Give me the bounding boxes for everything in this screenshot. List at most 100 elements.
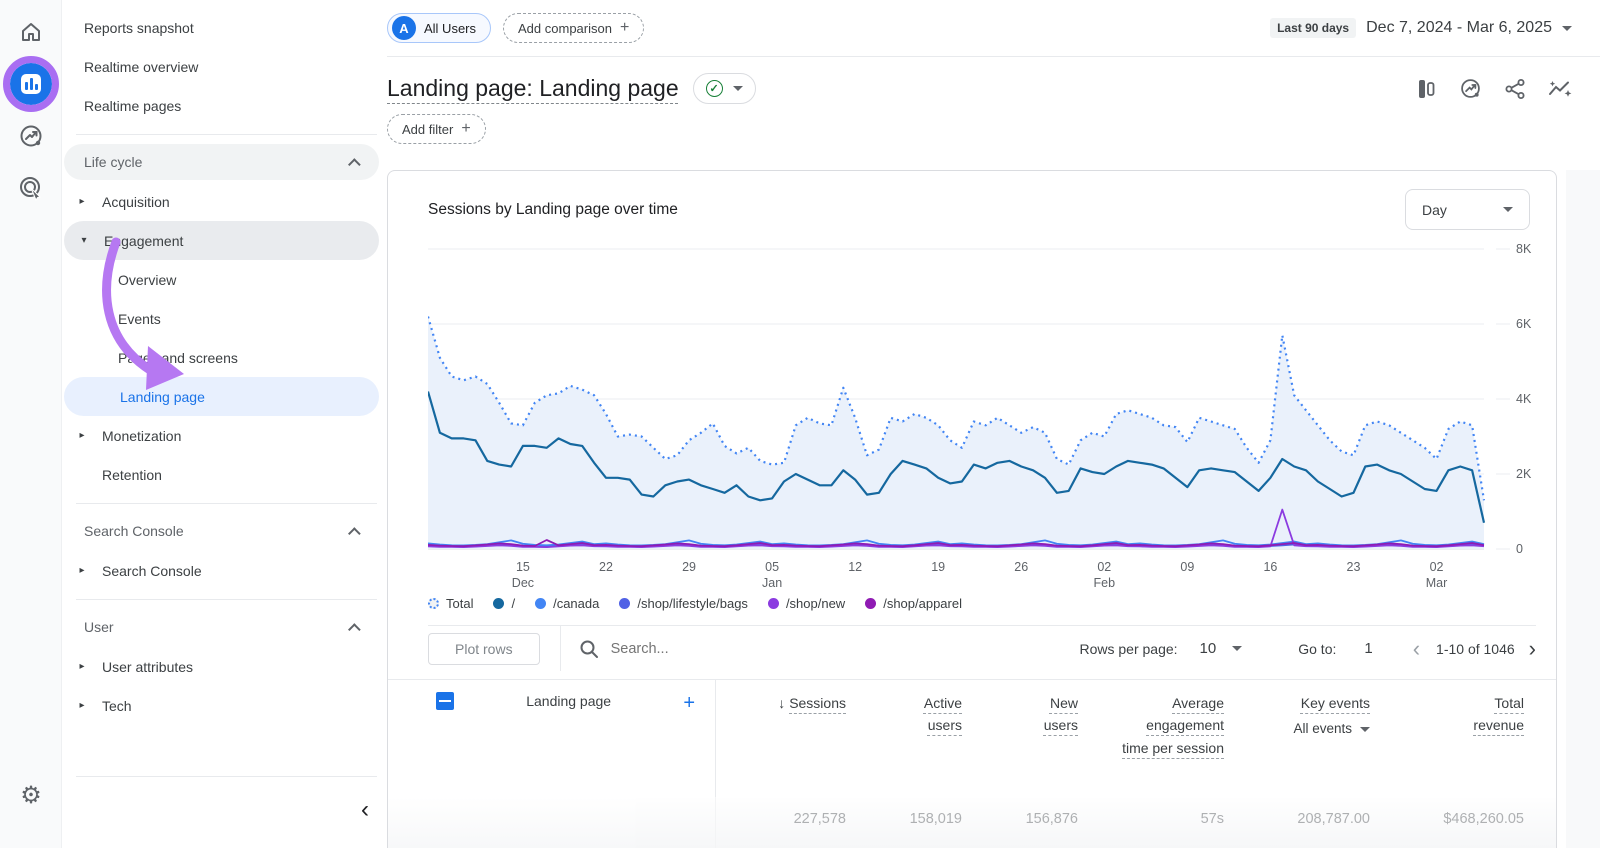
- page-title[interactable]: Landing page: Landing page: [387, 75, 679, 102]
- legend-label: /: [511, 596, 516, 611]
- sidebar-item-monetization[interactable]: ▸ Monetization: [62, 416, 387, 455]
- table-header-row: Landing page + ↓ Sessions Active users Ne…: [388, 679, 1556, 797]
- next-page-icon[interactable]: ›: [1529, 636, 1536, 662]
- sort-desc-icon: ↓: [778, 695, 786, 711]
- sidebar-item-acquisition[interactable]: ▸ Acquisition: [62, 182, 387, 221]
- collapse-sidebar-button[interactable]: ‹: [361, 798, 369, 822]
- sidebar-item-realtime-pages[interactable]: Realtime pages: [62, 86, 387, 125]
- explore-icon[interactable]: [0, 162, 62, 214]
- check-circle-icon: ✓: [705, 80, 723, 97]
- table-search-input[interactable]: [610, 640, 811, 657]
- report-toolbar: [1415, 77, 1572, 100]
- section-life-cycle[interactable]: Life cycle: [64, 144, 379, 180]
- chevron-up-icon: [348, 622, 361, 636]
- total-active-users: 158,019: [909, 811, 962, 827]
- sessions-chart[interactable]: 0 2K 4K 6K 8K 15 Dec 22 29 05 Jan 12 19 26 02 Feb 09 16 23…: [388, 244, 1556, 592]
- legend-label: /canada: [553, 596, 600, 611]
- report-status-menu[interactable]: ✓: [692, 73, 756, 104]
- add-comparison-button[interactable]: Add comparison +: [503, 13, 645, 43]
- date-range-text: Dec 7, 2024 - Mar 6, 2025: [1366, 19, 1552, 36]
- legend-swatch: [767, 598, 779, 609]
- segment-label: All Users: [424, 20, 477, 36]
- divider: [559, 626, 561, 671]
- svg-text:Mar: Mar: [1426, 576, 1448, 590]
- goto-label: Go to:: [1298, 640, 1337, 657]
- caret-down-icon[interactable]: [1232, 646, 1243, 651]
- chevron-right-icon: ▸: [79, 430, 85, 441]
- date-range-picker[interactable]: Last 90 days Dec 7, 2024 - Mar 6, 2025: [1270, 18, 1572, 38]
- dimension-header[interactable]: Landing page: [526, 692, 611, 797]
- svg-text:23: 23: [1347, 560, 1361, 574]
- edit-comparisons-icon[interactable]: [1415, 78, 1437, 100]
- home-icon[interactable]: [0, 6, 62, 58]
- previous-page-icon[interactable]: ‹: [1413, 636, 1420, 662]
- report-card: Sessions by Landing page over time Day 0…: [387, 170, 1557, 848]
- section-user[interactable]: User: [64, 609, 379, 645]
- sidebar-item-search-console[interactable]: ▸ Search Console: [62, 551, 387, 590]
- sidebar-item-landing-page[interactable]: Landing page: [64, 377, 379, 416]
- legend-item[interactable]: /shop/lifestyle/bags: [619, 596, 748, 611]
- svg-text:22: 22: [599, 560, 613, 574]
- sidebar-item-retention[interactable]: Retention: [62, 455, 387, 494]
- header-active-users[interactable]: Active users: [846, 692, 962, 797]
- svg-text:09: 09: [1180, 560, 1194, 574]
- legend-label: /shop/apparel: [883, 596, 962, 611]
- share-icon[interactable]: [1504, 78, 1526, 100]
- search-icon: [580, 640, 598, 658]
- scrollbar-gutter[interactable]: [1566, 170, 1600, 848]
- key-events-filter[interactable]: All events: [1224, 718, 1370, 740]
- chevron-right-icon: ▸: [79, 196, 85, 207]
- reports-icon[interactable]: [0, 56, 62, 112]
- legend-item[interactable]: /shop/apparel: [865, 596, 962, 611]
- add-filter-button[interactable]: Add filter +: [387, 114, 486, 144]
- header-key-events[interactable]: Key events All events: [1224, 692, 1370, 797]
- legend-item[interactable]: /canada: [535, 596, 599, 611]
- all-users-segment[interactable]: A All Users: [387, 13, 492, 43]
- sidebar-item-pages-and-screens[interactable]: Pages and screens: [62, 338, 387, 377]
- chart-title: Sessions by Landing page over time: [428, 200, 678, 218]
- plus-icon: +: [619, 19, 630, 36]
- totals-row: 227,578 158,019 156,876 57s 208,787.00 $…: [388, 797, 1556, 848]
- header-sessions[interactable]: ↓ Sessions: [716, 692, 846, 797]
- segments-bar: A All Users Add comparison + Last 90 days…: [387, 0, 1600, 57]
- sidebar-item-reports-snapshot[interactable]: Reports snapshot: [62, 8, 387, 47]
- chevron-right-icon: ▸: [79, 565, 85, 576]
- svg-text:19: 19: [931, 560, 945, 574]
- svg-text:4K: 4K: [1516, 392, 1532, 406]
- goto-page-value[interactable]: 1: [1364, 640, 1372, 657]
- svg-text:02: 02: [1430, 560, 1444, 574]
- rows-per-page-label: Rows per page:: [1079, 640, 1178, 657]
- advertising-icon[interactable]: [0, 110, 62, 162]
- plot-rows-button[interactable]: Plot rows: [428, 632, 540, 665]
- sidebar-item-events[interactable]: Events: [62, 299, 387, 338]
- chevron-right-icon: ▸: [79, 661, 85, 672]
- header-total-revenue[interactable]: Total revenue: [1370, 692, 1524, 797]
- svg-text:15: 15: [516, 560, 530, 574]
- rows-per-page-value[interactable]: 10: [1200, 640, 1217, 657]
- insights-icon[interactable]: [1459, 77, 1482, 100]
- sidebar-item-realtime-overview[interactable]: Realtime overview: [62, 47, 387, 86]
- sidebar-item-tech[interactable]: ▸ Tech: [62, 686, 387, 725]
- legend-item[interactable]: /: [493, 596, 515, 611]
- admin-gear-icon[interactable]: ⚙: [0, 781, 62, 810]
- date-badge: Last 90 days: [1270, 18, 1357, 38]
- sidebar-item-user-attributes[interactable]: ▸ User attributes: [62, 647, 387, 686]
- sidebar-item-overview[interactable]: Overview: [62, 260, 387, 299]
- legend-swatch: [493, 598, 505, 609]
- sidebar-item-engagement[interactable]: ▾ Engagement: [64, 221, 379, 260]
- divider: [76, 599, 377, 600]
- legend-item[interactable]: /shop/new: [767, 596, 846, 611]
- header-new-users[interactable]: New users: [962, 692, 1078, 797]
- svg-text:12: 12: [848, 560, 862, 574]
- legend-label: /shop/new: [785, 596, 846, 611]
- legend-swatch: [619, 598, 631, 609]
- add-dimension-icon[interactable]: +: [683, 692, 695, 797]
- svg-text:6K: 6K: [1516, 317, 1532, 331]
- sparkline-insights-icon[interactable]: [1548, 78, 1572, 100]
- legend-item[interactable]: Total: [428, 596, 473, 611]
- pagination-info: 1-10 of 1046: [1436, 640, 1515, 657]
- select-all-checkbox[interactable]: [436, 692, 454, 710]
- section-search-console[interactable]: Search Console: [64, 513, 379, 549]
- granularity-select[interactable]: Day: [1405, 189, 1530, 230]
- header-avg-engagement[interactable]: Average engagement time per session: [1078, 692, 1224, 797]
